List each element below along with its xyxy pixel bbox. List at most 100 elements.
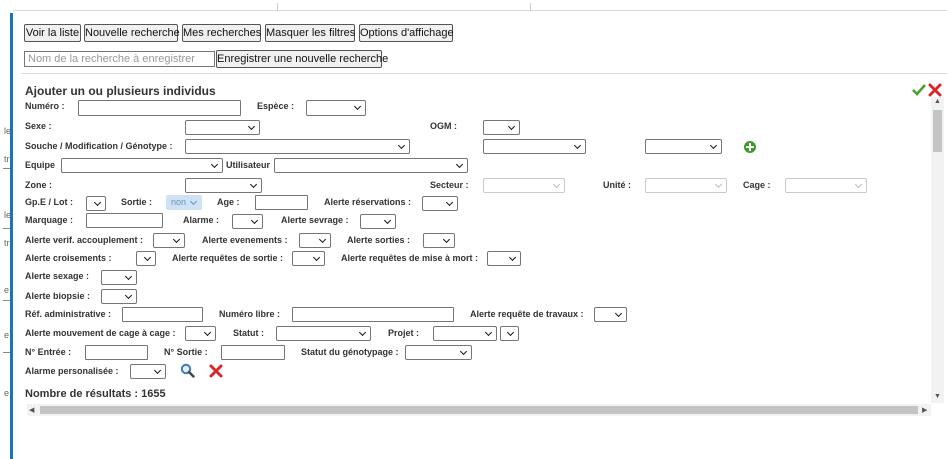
alerte-accouplement-select[interactable] — [153, 233, 185, 248]
alarme-perso-select[interactable] — [130, 364, 166, 379]
label-espece: Espèce : — [257, 101, 295, 111]
cross-icon[interactable] — [209, 364, 223, 378]
gutter-text: e — [4, 285, 10, 295]
alarme-select[interactable] — [232, 214, 263, 229]
label-alerte-mouvement: Alerte mouvement de cage à cage : — [25, 328, 176, 338]
label-cage: Cage : — [743, 180, 771, 190]
scroll-left-icon[interactable]: ◀ — [29, 406, 34, 414]
age-input[interactable] — [255, 195, 308, 210]
save-search-button[interactable]: Enregistrer une nouvelle recherche — [216, 50, 388, 68]
statut-select[interactable] — [276, 326, 371, 341]
gpe-lot-select[interactable] — [86, 196, 106, 211]
alerte-evenements-select[interactable] — [299, 233, 331, 248]
scroll-up-icon[interactable]: ▲ — [934, 98, 941, 105]
secteur-select[interactable] — [483, 178, 565, 193]
sortie-select[interactable]: non — [166, 195, 202, 210]
label-numero: Numéro : — [25, 101, 65, 111]
check-icon[interactable] — [912, 84, 926, 96]
label-num-sortie: N° Sortie : — [164, 347, 208, 357]
label-projet: Projet : — [388, 328, 420, 338]
label-num-entree: N° Entrée : — [25, 347, 72, 357]
ogm-select[interactable] — [483, 120, 520, 135]
zone-select[interactable] — [185, 178, 262, 193]
alerte-requetes-mort-select[interactable] — [487, 251, 521, 266]
label-alarme-perso: Alarme personalisée : — [25, 366, 119, 376]
window-edge — [10, 13, 13, 459]
espece-select[interactable] — [306, 100, 366, 116]
gutter-text: le — [4, 126, 12, 136]
top-tick — [277, 3, 278, 11]
projet-select[interactable] — [433, 326, 497, 341]
alerte-biopsie-select[interactable] — [101, 289, 137, 304]
unite-select[interactable] — [645, 178, 727, 193]
gutter-text: e — [4, 330, 10, 340]
label-alarme: Alarme : — [183, 215, 220, 225]
gutter-text: tr — [4, 238, 10, 248]
horizontal-scroll-thumb[interactable] — [40, 406, 918, 414]
label-age: Age : — [217, 197, 240, 207]
vertical-scroll-thumb[interactable] — [933, 110, 942, 152]
num-sortie-input[interactable] — [221, 345, 285, 360]
utilisateur-select[interactable] — [274, 158, 468, 173]
gutter-dash — [3, 168, 10, 169]
sexe-select[interactable] — [185, 120, 260, 135]
marquage-input[interactable] — [86, 213, 163, 228]
label-numero-libre: Numéro libre : — [219, 309, 281, 319]
close-icon[interactable] — [928, 83, 942, 97]
souche-select[interactable] — [185, 139, 410, 154]
label-alerte-sexage: Alerte sexage : — [25, 271, 90, 281]
num-entree-input[interactable] — [85, 345, 148, 360]
label-alerte-croisements: Alerte croisements : — [25, 253, 112, 263]
label-utilisateur: Utilisateur — [226, 160, 271, 170]
genotype-select[interactable] — [645, 139, 722, 154]
alerte-croisements-select[interactable] — [136, 251, 156, 266]
display-options-button[interactable]: Options d'affichage — [359, 24, 454, 42]
alerte-sorties-select[interactable] — [423, 233, 455, 248]
label-zone: Zone : — [25, 180, 52, 190]
label-sortie: Sortie : — [121, 197, 153, 207]
search-name-input[interactable]: Nom de la recherche à enregistrer — [24, 51, 215, 67]
my-searches-button[interactable]: Mes recherches — [182, 24, 261, 42]
equipe-select[interactable] — [61, 158, 223, 173]
alerte-travaux-select[interactable] — [594, 307, 627, 322]
separator — [21, 73, 947, 74]
numero-libre-input[interactable] — [292, 307, 454, 322]
label-alerte-reservations: Alerte réservations : — [324, 197, 412, 207]
modification-select[interactable] — [483, 139, 586, 154]
alerte-sexage-select[interactable] — [101, 270, 137, 285]
statut-genotypage-select[interactable] — [405, 345, 472, 360]
magnifier-icon[interactable] — [180, 363, 195, 378]
label-alerte-sorties: Alerte sorties : — [347, 235, 411, 245]
cage-select[interactable] — [785, 178, 867, 193]
label-ref-admin: Réf. administrative : — [25, 309, 112, 319]
gutter-dash — [3, 300, 10, 301]
alerte-mouvement-select[interactable] — [185, 326, 216, 341]
label-alerte-evenements: Alerte evenements : — [202, 235, 288, 245]
plus-icon[interactable] — [744, 141, 756, 153]
view-list-button[interactable]: Voir la liste — [24, 24, 81, 42]
scroll-down-icon[interactable]: ▼ — [934, 393, 941, 400]
gutter-dash — [3, 228, 10, 229]
label-gpe-lot: Gp.E / Lot : — [25, 197, 73, 207]
scroll-right-icon[interactable]: ▶ — [922, 406, 927, 414]
ref-admin-input[interactable] — [122, 307, 203, 322]
label-ogm: OGM : — [430, 121, 457, 131]
numero-input[interactable] — [78, 100, 241, 116]
gutter-text: tr — [4, 154, 10, 164]
label-equipe: Equipe — [25, 160, 56, 170]
alerte-sevrage-select[interactable] — [360, 214, 396, 229]
panel-title: Ajouter un ou plusieurs individus — [25, 84, 216, 98]
label-statut-genotypage: Statut du génotypage : — [301, 347, 399, 357]
gutter-dash — [3, 352, 10, 353]
label-secteur: Secteur : — [430, 180, 469, 190]
label-sexe: Sexe : — [25, 121, 52, 131]
new-search-button[interactable]: Nouvelle recherche — [84, 24, 180, 42]
projet-sub-select[interactable] — [500, 326, 519, 341]
alerte-reservations-select[interactable] — [422, 196, 458, 211]
hide-filters-button[interactable]: Masquer les filtres — [265, 24, 355, 42]
top-tick — [530, 3, 531, 11]
label-alerte-accouplement: Alerte verif. accouplement : — [25, 235, 144, 245]
gutter-text: e — [4, 388, 10, 398]
label-alerte-requetes-sortie: Alerte requêtes de sortie : — [172, 253, 284, 263]
alerte-requetes-sortie-select[interactable] — [292, 251, 325, 266]
